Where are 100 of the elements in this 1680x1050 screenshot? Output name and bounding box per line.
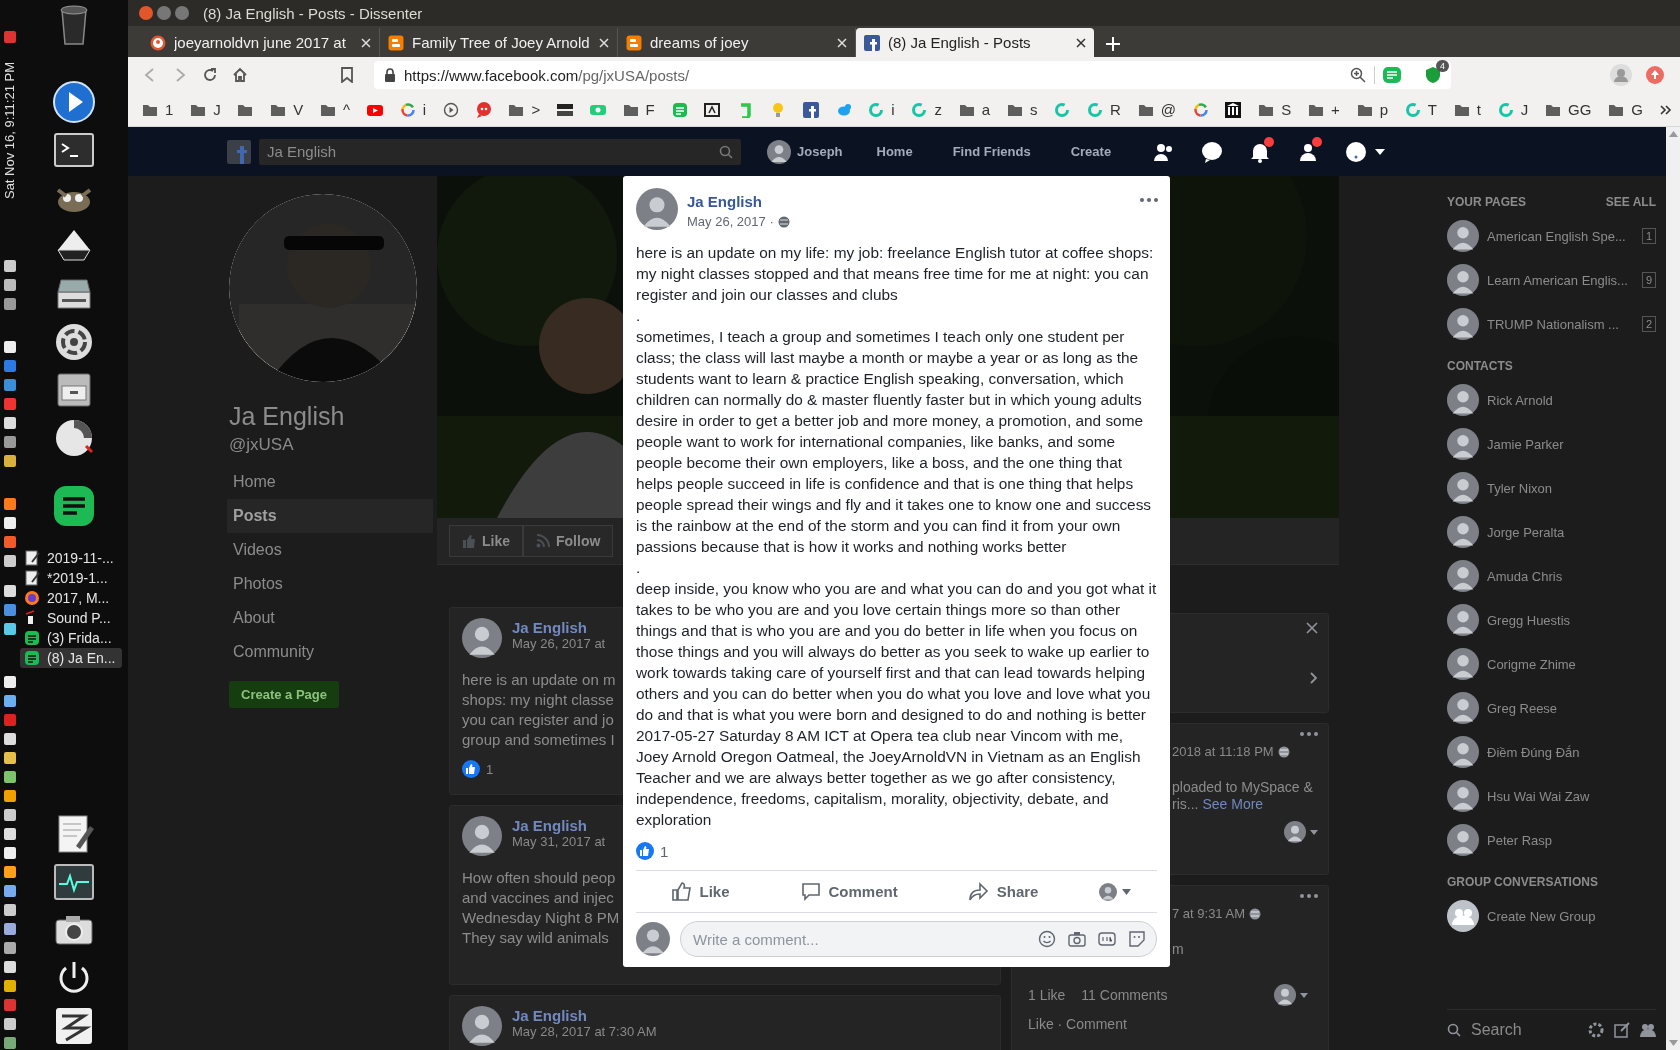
tray-icon[interactable] [3, 1036, 17, 1050]
bookmark[interactable]: GG [1545, 101, 1592, 118]
bookmark[interactable]: J [1497, 101, 1529, 118]
close-button[interactable] [139, 6, 153, 20]
plus-icon[interactable] [1106, 37, 1120, 51]
tray-icon[interactable] [3, 339, 17, 354]
author-name[interactable]: Ja English [512, 817, 606, 834]
chat-icon[interactable] [1201, 140, 1224, 163]
bookmark[interactable] [704, 101, 721, 118]
contact-item[interactable]: Greg Reese [1447, 686, 1656, 730]
bookmark[interactable] [557, 101, 573, 118]
contact-item[interactable]: Hsu Wai Wai Zaw [1447, 774, 1656, 818]
tray-icon[interactable] [3, 377, 17, 392]
bookmark[interactable]: ^ [320, 101, 351, 118]
tray-icon[interactable] [3, 415, 17, 430]
bookmark[interactable]: i [399, 101, 427, 118]
tray-icon[interactable] [3, 922, 17, 936]
tray-icon[interactable] [3, 694, 17, 708]
contact-item[interactable]: Tyler Nixon [1447, 466, 1656, 510]
contact-item[interactable]: Corigme Zhime [1447, 642, 1656, 686]
tray-icon[interactable] [3, 941, 17, 955]
contact-item[interactable]: Peter Rasp [1447, 818, 1656, 862]
contact-item[interactable]: Jamie Parker [1447, 422, 1656, 466]
window-item[interactable]: (8) Ja En... [20, 648, 122, 668]
tray-icon[interactable] [3, 516, 17, 531]
author-name[interactable]: Ja English [512, 619, 606, 636]
window-item[interactable]: 2019-11-... [20, 548, 122, 568]
profile-link[interactable]: Joseph [767, 139, 853, 164]
emoji-icon[interactable] [1038, 930, 1056, 948]
tray-icon[interactable] [3, 453, 17, 468]
see-all-link[interactable]: SEE ALL [1605, 195, 1656, 209]
nav-item[interactable]: About [227, 601, 433, 635]
tray-icon[interactable] [3, 675, 17, 689]
caret-icon[interactable] [1375, 148, 1386, 155]
tray-icon[interactable] [3, 884, 17, 898]
play-icon[interactable] [52, 80, 96, 124]
follow-button[interactable]: Follow [523, 525, 614, 557]
tray-icon[interactable] [3, 732, 17, 746]
bookmark[interactable] [442, 101, 459, 118]
page-item[interactable]: Learn American Englis... 9 [1447, 258, 1656, 302]
bookmark[interactable]: 1 [142, 101, 174, 118]
bookmark[interactable]: i [868, 101, 895, 118]
bookmark[interactable] [1225, 101, 1242, 118]
close-icon[interactable] [1306, 622, 1318, 634]
bookmark-icon[interactable] [340, 67, 354, 83]
notes-icon[interactable] [52, 484, 96, 528]
tray-icon[interactable] [3, 789, 17, 803]
bookmark[interactable]: J [190, 101, 221, 118]
more-icon[interactable] [1140, 198, 1158, 202]
tray-icon[interactable] [3, 554, 17, 569]
tray-icon[interactable] [3, 846, 17, 860]
header-search-field[interactable]: Ja English [259, 138, 741, 165]
tray-icon[interactable] [3, 827, 17, 841]
bookmark[interactable]: t [1453, 101, 1481, 118]
tray-icon[interactable] [3, 296, 17, 311]
tray-icon[interactable] [3, 434, 17, 449]
tray-icon[interactable] [3, 277, 17, 292]
bookmark[interactable]: T [1404, 101, 1437, 118]
contact-item[interactable]: Jorge Peralta [1447, 510, 1656, 554]
tray-icon[interactable] [3, 258, 17, 273]
nav-link[interactable]: Find Friends [936, 144, 1047, 159]
bookmark[interactable] [802, 101, 819, 118]
bookmark[interactable]: s [1006, 101, 1038, 118]
more-icon[interactable] [1300, 894, 1318, 898]
upload-icon[interactable] [1646, 66, 1664, 84]
nav-item[interactable]: Photos [227, 567, 433, 601]
bookmark[interactable]: > [508, 101, 541, 118]
logo-icon[interactable] [227, 139, 251, 164]
bookmark[interactable]: p [1356, 101, 1388, 118]
tray-icon[interactable] [3, 960, 17, 974]
group-icon[interactable] [1640, 1022, 1656, 1038]
contact-item[interactable]: Gregg Huestis [1447, 598, 1656, 642]
bookmark[interactable]: F [622, 101, 655, 118]
window-item[interactable]: 2017, M... [20, 588, 122, 608]
gif-icon[interactable] [1098, 930, 1116, 948]
tray-icon[interactable] [3, 584, 17, 599]
reload-icon[interactable] [202, 67, 218, 83]
like-button[interactable]: Like [661, 875, 740, 908]
tray-icon[interactable] [3, 770, 17, 784]
search-icon[interactable] [719, 144, 733, 159]
chevron-icon[interactable] [1659, 103, 1672, 116]
nav-item[interactable]: Posts [227, 499, 433, 533]
zoom-icon[interactable] [1350, 67, 1366, 83]
contact-item[interactable]: Rick Arnold [1447, 378, 1656, 422]
nav-item[interactable]: Home [227, 465, 433, 499]
like-button[interactable]: Like [449, 525, 523, 557]
nav-link[interactable]: Create [1054, 144, 1128, 159]
tray-icon[interactable] [3, 865, 17, 879]
tab[interactable]: (8) Ja English - Posts [856, 28, 1094, 57]
nav-item[interactable]: Videos [227, 533, 433, 567]
tray-icon[interactable] [3, 622, 17, 637]
tray-icon[interactable] [3, 497, 17, 512]
window-item[interactable]: (3) Frida... [20, 628, 122, 648]
author-name[interactable]: Ja English [512, 1007, 657, 1024]
bookmark[interactable]: a [958, 101, 991, 118]
sticker-icon[interactable] [1128, 930, 1146, 948]
chat-search-field[interactable]: Search [1471, 1021, 1578, 1039]
tray-icon[interactable] [3, 603, 17, 618]
share-button[interactable]: Share [958, 875, 1049, 908]
post-date[interactable]: May 26, 2017 · [687, 214, 774, 229]
